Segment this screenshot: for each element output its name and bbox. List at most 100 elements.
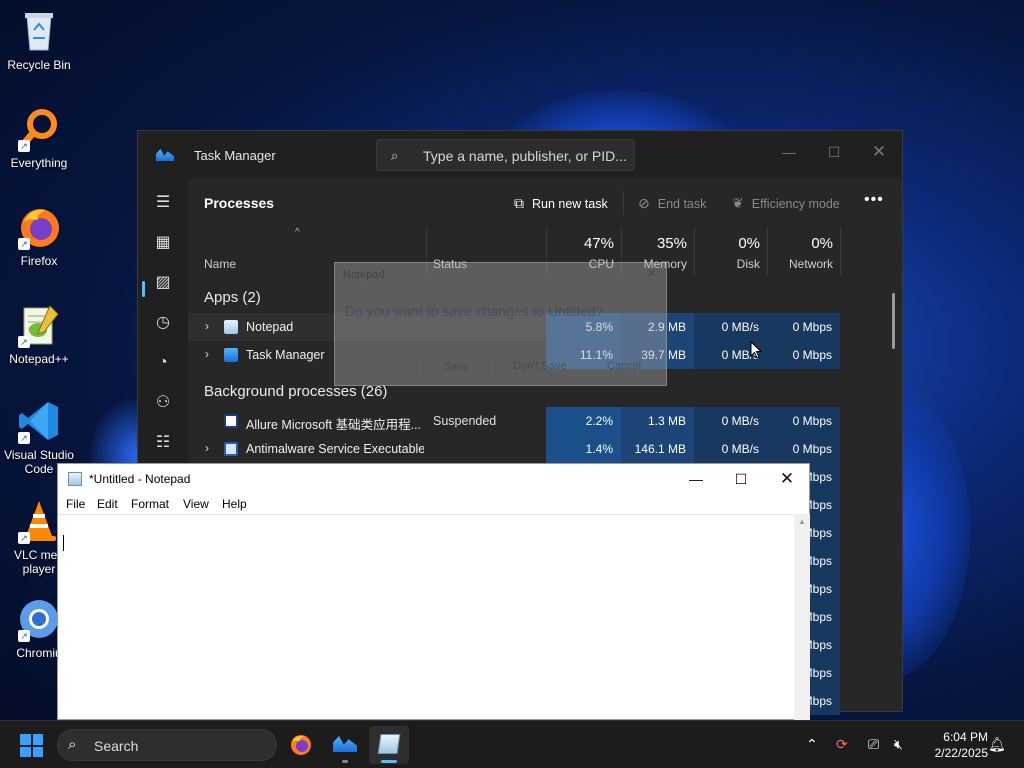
notepad-window-title: *Untitled - Notepad bbox=[89, 472, 191, 486]
disk-cell: 0 MB/s bbox=[694, 313, 767, 341]
menu-help[interactable]: Help bbox=[222, 497, 247, 511]
run-new-task-button[interactable]: ⧉ Run new task bbox=[514, 195, 608, 212]
close-button[interactable]: ✕ bbox=[856, 137, 902, 167]
taskbar-firefox[interactable] bbox=[281, 726, 321, 764]
memory-total-pct: 35% bbox=[656, 235, 687, 252]
end-task-button[interactable]: ⊘ End task bbox=[638, 195, 706, 212]
menu-format[interactable]: Format bbox=[131, 497, 169, 511]
efficiency-mode-label: Efficiency mode bbox=[751, 197, 840, 211]
save-button[interactable]: Save bbox=[423, 357, 489, 377]
run-task-icon: ⧉ bbox=[514, 195, 524, 211]
shortcut-arrow-icon: ↗ bbox=[18, 532, 30, 544]
dialog-title: Notepad bbox=[343, 269, 385, 281]
process-search-box[interactable]: ⌕ Type a name, publisher, or PID... bbox=[376, 139, 635, 171]
cpu-cell: 2.2% bbox=[546, 407, 621, 435]
nav-processes-icon[interactable]: ▦ bbox=[151, 231, 175, 255]
desktop-icon-notepad-plus-plus[interactable]: ↗ Notepad++ bbox=[2, 302, 76, 366]
everything-magnifier-icon: ↗ bbox=[16, 106, 62, 152]
notepad-titlebar[interactable]: *Untitled - Notepad — ☐ ✕ bbox=[58, 464, 809, 494]
dialog-close-icon[interactable]: ✕ bbox=[647, 267, 656, 280]
taskbar-notepad[interactable] bbox=[369, 726, 409, 764]
efficiency-mode-button[interactable]: ❦ Efficiency mode bbox=[732, 195, 840, 212]
column-divider bbox=[840, 227, 841, 275]
more-options-button[interactable]: ••• bbox=[864, 191, 884, 209]
volume-muted-icon[interactable]: 🔇︎ bbox=[894, 736, 903, 753]
save-changes-dialog[interactable]: Notepad ✕ Do you want to save changes to… bbox=[334, 262, 667, 386]
dont-save-button[interactable]: Don't Save bbox=[505, 357, 575, 377]
mfc-app-icon bbox=[224, 414, 238, 428]
menu-file[interactable]: File bbox=[66, 497, 85, 511]
running-indicator bbox=[342, 760, 348, 763]
taskbar-search-box[interactable]: ⌕ Search bbox=[57, 729, 277, 761]
memory-cell: 1.3 MB bbox=[621, 407, 694, 435]
shortcut-arrow-icon: ↗ bbox=[18, 630, 30, 642]
expand-chevron-icon[interactable]: › bbox=[205, 441, 209, 455]
clock-time: 6:04 PM bbox=[943, 730, 988, 744]
desktop-icon-firefox[interactable]: ↗ Firefox bbox=[2, 204, 76, 268]
nav-users-icon[interactable]: ⚇ bbox=[151, 391, 175, 415]
minimize-button[interactable]: — bbox=[766, 137, 812, 167]
clock-date: 2/22/2025 bbox=[934, 746, 988, 760]
firefox-icon: ↗ bbox=[16, 204, 62, 250]
service-app-icon bbox=[224, 442, 238, 456]
column-network[interactable]: Network bbox=[767, 257, 833, 271]
network-cell: 0 Mbps bbox=[767, 407, 840, 435]
maximize-button[interactable]: ☐ bbox=[811, 137, 857, 167]
process-name: Antimalware Service Executable bbox=[246, 442, 424, 456]
process-status: Suspended bbox=[433, 414, 497, 428]
process-row-allure[interactable]: Allure Microsoft 基础类应用程... Suspended 2.2… bbox=[188, 407, 840, 435]
cancel-button[interactable]: Cancel bbox=[591, 357, 657, 377]
minimize-button[interactable]: — bbox=[673, 464, 719, 494]
notification-bell-icon[interactable]: 🔔︎ bbox=[988, 736, 1006, 753]
shortcut-arrow-icon: ↗ bbox=[18, 140, 30, 152]
notepad-app-icon bbox=[224, 320, 238, 334]
process-row-antimalware[interactable]: › Antimalware Service Executable 1.4% 14… bbox=[188, 435, 840, 463]
network-cell: 0 Mbps bbox=[767, 435, 840, 463]
desktop-icon-recycle-bin[interactable]: Recycle Bin bbox=[2, 8, 76, 72]
task-manager-icon bbox=[333, 736, 357, 752]
nav-startup-apps-icon[interactable]: ◔ bbox=[151, 351, 175, 375]
running-indicator bbox=[381, 760, 397, 763]
network-cell: 0 Mbps bbox=[767, 313, 840, 341]
nav-performance-icon[interactable]: ▨ bbox=[151, 271, 175, 295]
network-total-pct: 0% bbox=[811, 235, 833, 252]
shortcut-arrow-icon: ↗ bbox=[18, 432, 30, 444]
taskbar-clock[interactable]: 6:04 PM 2/22/2025 bbox=[916, 729, 988, 761]
search-icon: ⌕ bbox=[391, 148, 399, 163]
memory-cell: 146.1 MB bbox=[621, 435, 694, 463]
menu-edit[interactable]: Edit bbox=[97, 497, 118, 511]
network-icon[interactable]: ⎚ bbox=[868, 736, 879, 753]
start-button[interactable] bbox=[20, 734, 43, 757]
taskbar-task-manager[interactable] bbox=[325, 726, 365, 764]
dialog-message: Do you want to save changes to Untitled? bbox=[345, 303, 604, 319]
scroll-up-arrow-icon[interactable]: ▲ bbox=[798, 517, 806, 526]
maximize-button[interactable]: ☐ bbox=[718, 464, 764, 494]
hamburger-menu-icon[interactable]: ☰ bbox=[151, 191, 175, 215]
menu-view[interactable]: View bbox=[183, 497, 209, 511]
expand-chevron-icon[interactable]: › bbox=[205, 347, 209, 361]
desktop-icon-label: Everything bbox=[10, 156, 68, 170]
mouse-cursor-icon bbox=[750, 341, 762, 359]
text-caret bbox=[63, 535, 64, 551]
vscode-icon: ↗ bbox=[16, 398, 62, 444]
page-title: Processes bbox=[204, 195, 275, 211]
expand-chevron-icon[interactable]: › bbox=[205, 319, 209, 333]
desktop-icon-everything[interactable]: ↗ Everything bbox=[2, 106, 76, 170]
notepad-window[interactable]: *Untitled - Notepad — ☐ ✕ File Edit Form… bbox=[57, 463, 810, 720]
sync-error-icon[interactable]: ⟳ bbox=[836, 736, 848, 753]
column-disk[interactable]: Disk bbox=[694, 257, 760, 271]
vlc-cone-icon: ↗ bbox=[16, 498, 62, 544]
close-button[interactable]: ✕ bbox=[764, 464, 810, 494]
task-manager-titlebar[interactable]: Task Manager ⌕ Type a name, publisher, o… bbox=[138, 131, 902, 177]
toolbar-divider bbox=[623, 191, 624, 215]
nav-details-icon[interactable]: ☷ bbox=[151, 431, 175, 455]
end-task-icon: ⊘ bbox=[638, 195, 650, 211]
desktop-icon-label: Firefox bbox=[20, 254, 58, 268]
column-name[interactable]: Name bbox=[204, 257, 236, 271]
notepad-text-area[interactable] bbox=[58, 514, 794, 720]
show-hidden-icons-chevron-icon[interactable]: ⌃ bbox=[806, 736, 818, 753]
notepad-icon bbox=[377, 734, 401, 754]
vertical-scrollbar[interactable] bbox=[892, 293, 895, 349]
nav-app-history-icon[interactable]: ◷ bbox=[151, 311, 175, 335]
notepad-vertical-scrollbar[interactable]: ▲ bbox=[794, 514, 810, 720]
